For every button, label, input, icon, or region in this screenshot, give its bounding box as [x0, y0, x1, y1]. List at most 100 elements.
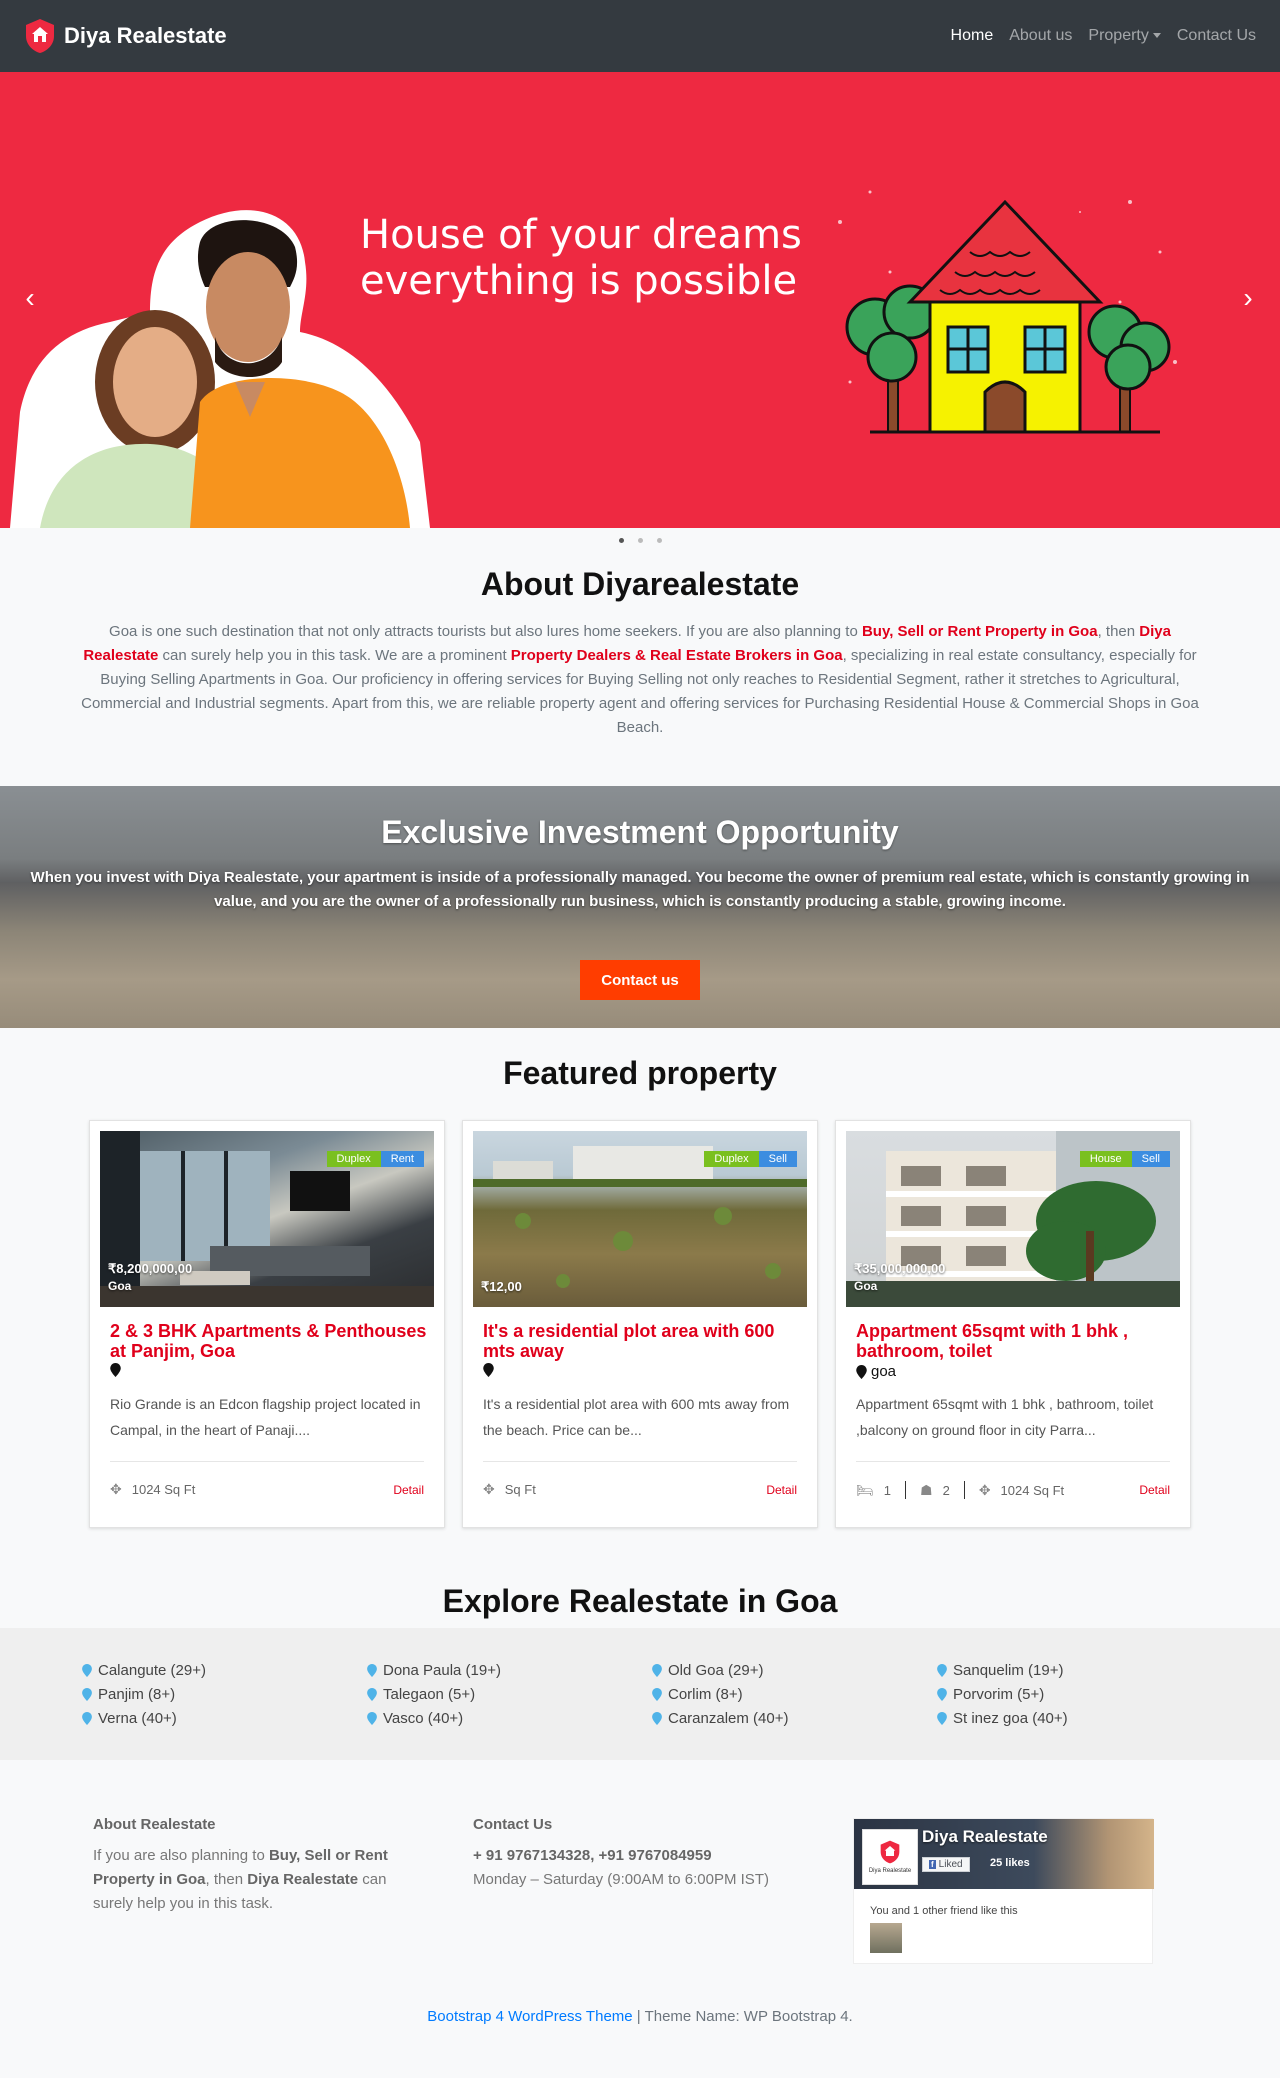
status-tag: Sell	[1131, 1151, 1170, 1167]
detail-link[interactable]: Detail	[766, 1483, 797, 1497]
map-marker-icon	[856, 1364, 867, 1379]
location-link[interactable]: Caranzalem (40+)	[652, 1706, 788, 1730]
property-tags: Duplex Rent	[326, 1151, 424, 1167]
house-illustration	[838, 190, 1177, 434]
property-tags: Duplex Sell	[704, 1151, 797, 1167]
property-image[interactable]: Duplex Sell ₹12,00	[473, 1131, 807, 1307]
location-link[interactable]: Talegaon (5+)	[367, 1682, 501, 1706]
facebook-friend-avatar[interactable]	[870, 1923, 902, 1953]
location-link[interactable]: Vasco (40+)	[367, 1706, 501, 1730]
about-link-property-dealers[interactable]: Property Dealers & Real Estate Brokers i…	[511, 647, 843, 664]
property-location: goa	[856, 1363, 896, 1380]
facebook-like-count: 25 likes	[990, 1857, 1030, 1869]
area-meta: ✥ 1024 Sq Ft	[110, 1481, 195, 1498]
nav-about-us[interactable]: About us	[1009, 19, 1072, 53]
card-divider	[856, 1461, 1170, 1462]
area-arrows-icon: ✥	[978, 1481, 991, 1498]
map-pin-icon	[82, 1711, 92, 1725]
carousel-dot-1[interactable]	[618, 538, 624, 543]
property-meta: ✥ Sq Ft Detail	[483, 1481, 797, 1498]
property-location	[110, 1363, 125, 1377]
map-pin-icon	[367, 1687, 377, 1701]
bootstrap-theme-link[interactable]: Bootstrap 4 WordPress Theme	[427, 2008, 632, 2025]
property-card[interactable]: Duplex Rent ₹8,200,000,00 Goa 2 & 3 BHK …	[89, 1120, 445, 1528]
carousel-prev-button[interactable]: ‹	[10, 282, 50, 314]
location-link[interactable]: Old Goa (29+)	[652, 1658, 788, 1682]
property-title-link[interactable]: It's a residential plot area with 600 mt…	[483, 1321, 803, 1361]
carousel-dot-2[interactable]	[637, 538, 643, 543]
property-card[interactable]: Duplex Sell ₹12,00 It's a residential pl…	[462, 1120, 818, 1528]
carousel-indicators	[0, 538, 1280, 543]
house-shield-logo-icon	[26, 19, 54, 53]
location-link[interactable]: Dona Paula (19+)	[367, 1658, 501, 1682]
property-title-link[interactable]: 2 & 3 BHK Apartments & Penthouses at Pan…	[110, 1321, 430, 1361]
property-description: Rio Grande is an Edcon flagship project …	[110, 1396, 421, 1438]
baths-meta: ☗ 2	[920, 1482, 950, 1499]
footer-contact-text: + 91 9767134328, +91 9767084959 Monday – …	[473, 1844, 813, 1892]
location-link[interactable]: Corlim (8+)	[652, 1682, 788, 1706]
footer-contact-heading: Contact Us	[473, 1816, 553, 1833]
featured-title: Featured property	[503, 1055, 777, 1091]
contact-us-button[interactable]: Contact us	[580, 960, 700, 1000]
facebook-page-widget[interactable]: Diya Realestate Diya Realestate f Liked 2…	[853, 1818, 1154, 1964]
property-image[interactable]: House Sell ₹35,000,000,00 Goa	[846, 1131, 1180, 1307]
nav-home[interactable]: Home	[951, 19, 994, 53]
map-pin-icon	[652, 1711, 662, 1725]
carousel-next-button[interactable]: ›	[1228, 282, 1268, 314]
card-divider	[110, 1461, 424, 1462]
facebook-liked-button[interactable]: f Liked	[922, 1857, 970, 1872]
explore-column: Sanquelim (19+) Porvorim (5+) St inez go…	[937, 1658, 1068, 1730]
footer-hours: Monday – Saturday (9:00AM to 6:00PM IST)	[473, 1871, 769, 1888]
property-price: ₹8,200,000,00	[108, 1261, 193, 1276]
map-pin-icon	[82, 1687, 92, 1701]
hero-headline: House of your dreams everything is possi…	[360, 212, 802, 304]
nav-contact-us[interactable]: Contact Us	[1177, 19, 1256, 53]
map-pin-icon	[937, 1687, 947, 1701]
facebook-f-icon: f	[929, 1860, 936, 1869]
area-arrows-icon: ✥	[483, 1481, 495, 1497]
theme-name-text: | Theme Name: WP Bootstrap 4.	[632, 2008, 853, 2025]
map-marker-icon	[110, 1363, 121, 1377]
location-link[interactable]: Verna (40+)	[82, 1706, 206, 1730]
footer-phones: + 91 9767134328, +91 9767084959	[473, 1847, 712, 1864]
property-card[interactable]: House Sell ₹35,000,000,00 Goa Appartment…	[835, 1120, 1191, 1528]
location-label: Calangute (29+)	[98, 1661, 206, 1679]
facebook-page-avatar[interactable]: Diya Realestate	[862, 1829, 918, 1885]
property-image[interactable]: Duplex Rent ₹8,200,000,00 Goa	[100, 1131, 434, 1307]
location-link[interactable]: Panjim (8+)	[82, 1682, 206, 1706]
map-pin-icon	[937, 1711, 947, 1725]
property-price: ₹12,00	[481, 1279, 522, 1294]
card-divider	[483, 1461, 797, 1462]
location-link[interactable]: Sanquelim (19+)	[937, 1658, 1068, 1682]
detail-link[interactable]: Detail	[1139, 1483, 1170, 1497]
property-meta: 🛏 1 ☗ 2 ✥ 1024 Sq Ft Detail	[856, 1481, 1170, 1499]
facebook-page-name[interactable]: Diya Realestate	[922, 1827, 1048, 1847]
detail-link[interactable]: Detail	[393, 1483, 424, 1497]
footer-credits: Bootstrap 4 WordPress Theme | Theme Name…	[0, 2008, 1280, 2025]
area-value: 1024 Sq Ft	[1000, 1482, 1065, 1498]
facebook-liked-label: Liked	[938, 1859, 963, 1870]
brand-link[interactable]: Diya Realestate	[24, 18, 227, 54]
area-meta: ✥ 1024 Sq Ft	[979, 1482, 1064, 1499]
property-title-link[interactable]: Appartment 65sqmt with 1 bhk , bathroom,…	[856, 1321, 1176, 1361]
location-link[interactable]: St inez goa (40+)	[937, 1706, 1068, 1730]
map-pin-icon	[652, 1663, 662, 1677]
carousel-dot-3[interactable]	[656, 538, 662, 543]
beds-value: 1	[883, 1482, 892, 1498]
type-tag: House	[1079, 1151, 1132, 1167]
type-tag: Duplex	[326, 1151, 381, 1167]
area-arrows-icon: ✥	[110, 1481, 122, 1497]
map-pin-icon	[367, 1663, 377, 1677]
property-description: Appartment 65sqmt with 1 bhk , bathroom,…	[856, 1396, 1154, 1438]
about-link-buy-sell-rent[interactable]: Buy, Sell or Rent Property in Goa	[862, 623, 1098, 640]
location-link[interactable]: Calangute (29+)	[82, 1658, 206, 1682]
explore-title: Explore Realestate in Goa	[442, 1583, 838, 1619]
location-link[interactable]: Porvorim (5+)	[937, 1682, 1068, 1706]
property-tags: House Sell	[1079, 1151, 1170, 1167]
map-pin-icon	[82, 1663, 92, 1677]
map-pin-icon	[367, 1711, 377, 1725]
hero-line-1: House of your dreams	[360, 212, 802, 258]
baths-value: 2	[942, 1482, 950, 1498]
nav-property-dropdown[interactable]: Property	[1088, 19, 1161, 53]
investment-text: When you invest with Diya Realestate, yo…	[30, 869, 1250, 910]
